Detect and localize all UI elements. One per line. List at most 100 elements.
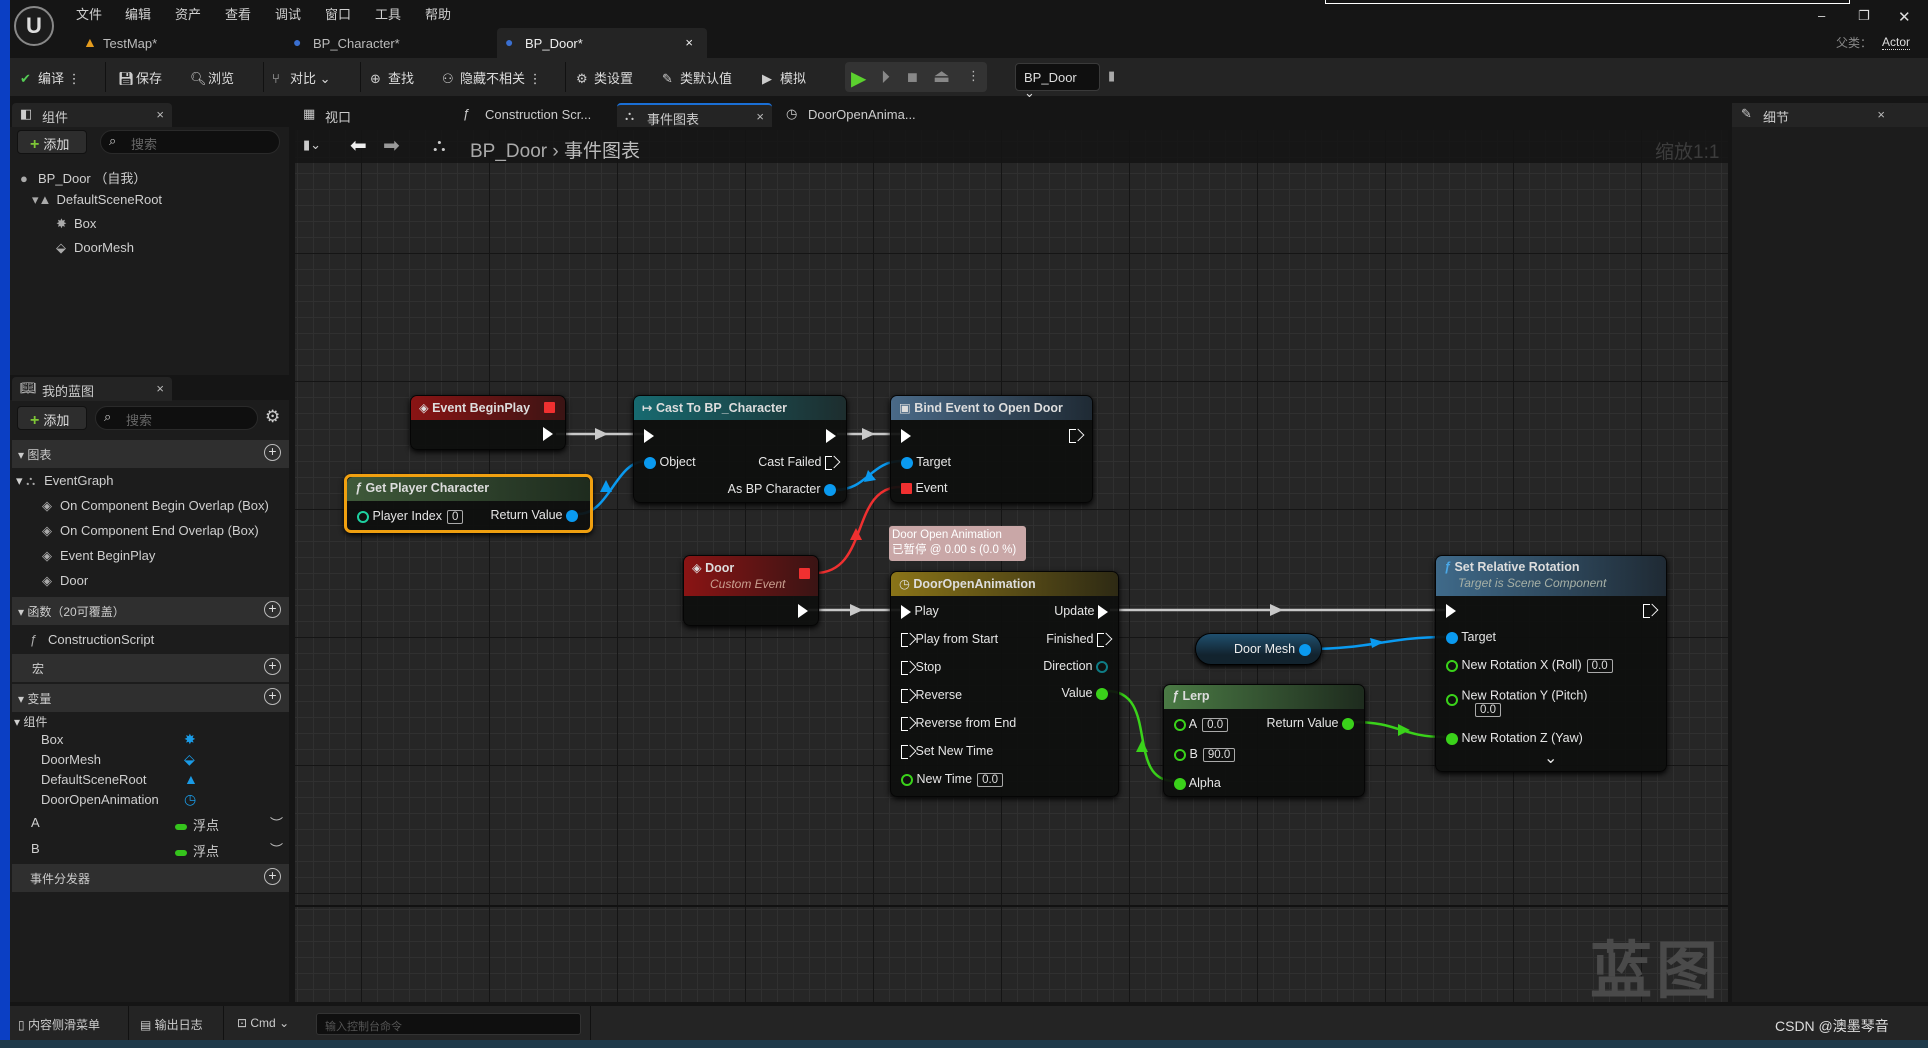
rotation-x-pin[interactable]: New Rotation X (Roll) 0.0: [1446, 658, 1613, 673]
door-mesh-pin[interactable]: [1298, 643, 1311, 656]
visibility-eye-closed-icon[interactable]: ︶: [270, 839, 283, 858]
simulate-button[interactable]: ▶ 模拟: [762, 68, 806, 87]
exec-in-pin[interactable]: [644, 428, 654, 443]
node-door-mesh-getter[interactable]: Door Mesh: [1195, 633, 1322, 665]
rotation-y-input[interactable]: 0.0: [1475, 703, 1501, 717]
parent-class-link[interactable]: Actor: [1882, 35, 1911, 50]
rotation-x-input[interactable]: 0.0: [1586, 659, 1613, 673]
tree-item-default-scene-root[interactable]: ▾▲ DefaultSceneRoot: [32, 192, 162, 208]
menu-asset[interactable]: 资产: [175, 4, 201, 23]
minimize-button[interactable]: –: [1818, 8, 1825, 23]
tab-event-graph[interactable]: ⛬ 事件图表 ×: [617, 103, 772, 127]
add-component-button[interactable]: + 添加: [17, 130, 87, 154]
doc-tab-bp-door[interactable]: ● BP_Door* ×: [497, 28, 707, 58]
close-window-button[interactable]: ✕: [1898, 8, 1911, 26]
update-pin[interactable]: Update: [1054, 604, 1108, 619]
var-doormesh[interactable]: DoorMesh: [41, 752, 101, 767]
play-from-start-pin[interactable]: Play from Start: [901, 632, 998, 647]
new-time-input[interactable]: 0.0: [977, 773, 1004, 787]
components-tab[interactable]: ◧ 组件 ×: [12, 103, 172, 127]
node-door-custom-event[interactable]: ◈ Door Custom Event: [683, 555, 819, 626]
exec-in-pin[interactable]: [901, 428, 911, 443]
return-value-pin[interactable]: Return Value: [490, 508, 578, 522]
event-item[interactable]: ◈ Event BeginPlay: [42, 548, 155, 564]
add-function-icon[interactable]: +: [264, 601, 281, 618]
stop-pin[interactable]: Stop: [901, 660, 941, 675]
menu-file[interactable]: 文件: [76, 4, 102, 23]
event-pin[interactable]: Event: [901, 481, 947, 495]
close-tab-icon[interactable]: ×: [685, 35, 693, 50]
exec-in-pin[interactable]: [1446, 603, 1456, 618]
tree-item-doormesh[interactable]: ⬙ DoorMesh: [56, 240, 134, 256]
output-log-button[interactable]: ▤ 输出日志: [140, 1016, 203, 1033]
visibility-eye-closed-icon[interactable]: ︶: [270, 813, 283, 832]
menu-edit[interactable]: 编辑: [125, 4, 151, 23]
var-default-scene-root[interactable]: DefaultSceneRoot: [41, 772, 147, 787]
components-search-input[interactable]: ⌕ 搜索: [100, 130, 280, 154]
my-blueprint-search-input[interactable]: ⌕ 搜索: [95, 406, 258, 430]
menu-view[interactable]: 查看: [225, 4, 251, 23]
event-item[interactable]: ◈ On Component End Overlap (Box): [42, 523, 259, 539]
tree-item-eventgraph[interactable]: ▾ ⛬ EventGraph: [16, 473, 114, 489]
value-pin[interactable]: Value: [1061, 686, 1108, 700]
target-pin[interactable]: Target: [901, 455, 951, 469]
compile-button[interactable]: ✔ 编译 ⋮: [20, 68, 81, 87]
cast-failed-pin[interactable]: Cast Failed: [758, 455, 836, 470]
exec-out-pin[interactable]: [1069, 428, 1080, 443]
node-door-open-animation[interactable]: ◷ DoorOpenAnimation Play Play from Start…: [890, 571, 1119, 797]
tree-item-bp-door[interactable]: ● BP_Door （自我）: [20, 168, 146, 187]
node-bind-event[interactable]: ▣ Bind Event to Open Door Target Event: [890, 395, 1093, 503]
player-index-input[interactable]: 0: [446, 510, 464, 524]
return-value-pin[interactable]: Return Value: [1266, 716, 1354, 730]
b-pin[interactable]: B 90.0: [1174, 747, 1236, 762]
restore-button[interactable]: ❐: [1858, 8, 1870, 24]
as-bp-character-pin[interactable]: As BP Character: [728, 482, 836, 496]
play-pin[interactable]: Play: [901, 604, 939, 619]
delegate-pin[interactable]: [799, 568, 810, 579]
reverse-pin[interactable]: Reverse: [901, 688, 962, 703]
hide-unrelated-button[interactable]: ⚇ 隐藏不相关 ⋮: [442, 68, 542, 87]
find-button[interactable]: ⊕ 查找: [370, 68, 414, 87]
var-door-open-animation[interactable]: DoorOpenAnimation: [41, 792, 159, 807]
stop-icon[interactable]: ■: [907, 67, 918, 88]
tab-viewport[interactable]: ▦ 视口: [295, 103, 435, 127]
close-icon[interactable]: ×: [756, 109, 764, 124]
breadcrumb-root[interactable]: BP_Door: [470, 141, 547, 162]
node-event-beginplay[interactable]: ◈ Event BeginPlay: [410, 395, 566, 450]
direction-pin[interactable]: Direction: [1043, 659, 1108, 673]
function-construction-script[interactable]: ƒ ConstructionScript: [30, 632, 154, 647]
tab-construction-script[interactable]: ƒ Construction Scr...: [455, 103, 615, 127]
var-box[interactable]: Box: [41, 732, 63, 747]
add-macro-icon[interactable]: +: [264, 658, 281, 675]
close-icon[interactable]: ×: [156, 107, 164, 122]
a-pin[interactable]: A 0.0: [1174, 717, 1229, 732]
menu-tools[interactable]: 工具: [375, 4, 401, 23]
play-options-icon[interactable]: ⋮: [967, 68, 980, 84]
b-input[interactable]: 90.0: [1202, 748, 1236, 762]
event-item[interactable]: ◈ On Component Begin Overlap (Box): [42, 498, 269, 514]
category-variables[interactable]: ▾ 变量 +: [12, 684, 289, 712]
finished-pin[interactable]: Finished: [1046, 632, 1108, 647]
find-in-browser-icon[interactable]: ▮: [1108, 68, 1115, 84]
diff-button[interactable]: ⑂ 对比 ⌄: [272, 68, 331, 87]
category-event-dispatchers[interactable]: 事件分发器 +: [12, 864, 289, 892]
step-icon[interactable]: ⏵: [881, 67, 890, 88]
reverse-from-end-pin[interactable]: Reverse from End: [901, 716, 1016, 731]
rotation-z-pin[interactable]: New Rotation Z (Yaw): [1446, 731, 1583, 745]
console-input[interactable]: 输入控制台命令: [316, 1013, 581, 1035]
category-macros[interactable]: 宏 +: [12, 654, 289, 682]
object-pin[interactable]: Object: [644, 455, 696, 469]
eject-icon[interactable]: ⏏: [933, 66, 950, 87]
close-icon[interactable]: ×: [1877, 107, 1885, 122]
forward-arrow-icon[interactable]: ➡: [383, 133, 400, 158]
bookmark-icon[interactable]: ▮⌄: [303, 137, 321, 153]
my-blueprint-tab[interactable]: 📖︎ 我的蓝图 ×: [12, 377, 172, 401]
doc-tab-bp-character[interactable]: ● BP_Character*: [285, 28, 485, 58]
add-variable-icon[interactable]: +: [264, 688, 281, 705]
back-arrow-icon[interactable]: ⬅: [350, 133, 367, 158]
play-icon[interactable]: ▶: [851, 66, 866, 91]
menu-window[interactable]: 窗口: [325, 4, 351, 23]
node-set-relative-rotation[interactable]: ƒ Set Relative Rotation Target is Scene C…: [1435, 555, 1667, 772]
var-a-type[interactable]: 浮点: [175, 815, 219, 834]
event-item[interactable]: ◈ Door: [42, 573, 88, 589]
